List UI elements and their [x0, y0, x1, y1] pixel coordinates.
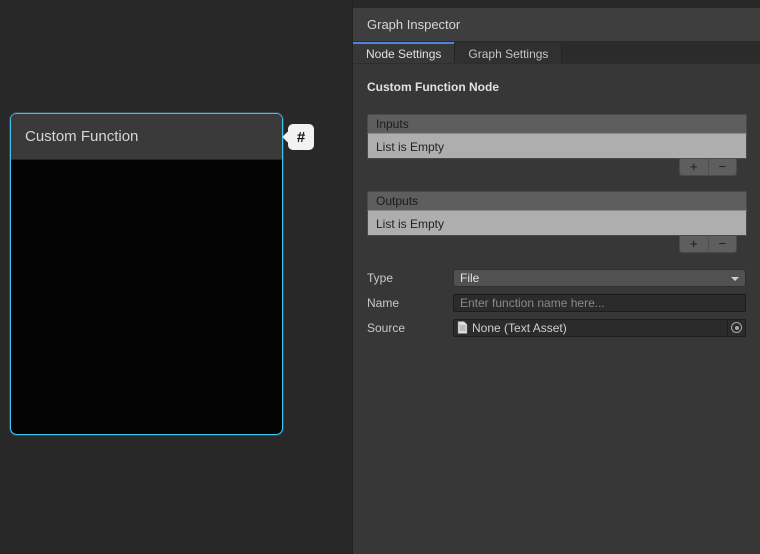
- tab-graph-settings[interactable]: Graph Settings: [454, 42, 562, 63]
- inputs-list: Inputs List is Empty + −: [367, 114, 747, 176]
- node-title: Custom Function: [25, 128, 138, 145]
- outputs-list: Outputs List is Empty + −: [367, 191, 747, 253]
- type-dropdown[interactable]: File: [453, 269, 746, 287]
- inputs-list-header: Inputs: [367, 114, 747, 133]
- source-object-field[interactable]: None (Text Asset): [453, 319, 746, 337]
- source-value: None (Text Asset): [472, 321, 567, 335]
- inputs-list-empty-row: List is Empty: [367, 133, 747, 159]
- inspector-tabbar: Node Settings Graph Settings: [353, 42, 760, 64]
- source-label: Source: [367, 321, 453, 335]
- type-field-row: Type File: [367, 268, 746, 287]
- outputs-remove-button[interactable]: −: [709, 236, 737, 252]
- graph-inspector-panel: Graph Inspector Node Settings Graph Sett…: [352, 0, 760, 554]
- node-fields: Type File Name Source: [367, 268, 746, 337]
- section-title: Custom Function Node: [367, 80, 746, 94]
- chevron-down-icon: [731, 277, 739, 281]
- outputs-list-empty-row: List is Empty: [367, 210, 747, 236]
- graph-canvas[interactable]: Custom Function #: [0, 0, 352, 554]
- tab-node-settings[interactable]: Node Settings: [353, 42, 454, 63]
- hash-badge-icon[interactable]: #: [288, 124, 314, 150]
- text-asset-icon: [457, 321, 468, 334]
- inputs-list-footer: + −: [679, 159, 737, 176]
- inspector-header[interactable]: Graph Inspector: [353, 8, 760, 42]
- inspector-content: Custom Function Node Inputs List is Empt…: [353, 64, 760, 554]
- outputs-list-header: Outputs: [367, 191, 747, 210]
- name-field-row: Name: [367, 293, 746, 312]
- outputs-list-footer: + −: [679, 236, 737, 253]
- type-label: Type: [367, 271, 453, 285]
- inputs-remove-button[interactable]: −: [709, 159, 737, 175]
- function-name-input[interactable]: [453, 294, 746, 312]
- node-header[interactable]: Custom Function: [11, 114, 282, 160]
- object-picker-button[interactable]: [727, 320, 745, 336]
- tab-node-settings-label: Node Settings: [366, 47, 441, 61]
- source-field-row: Source None (Text Asset): [367, 318, 746, 337]
- panel-top-strip: [353, 0, 760, 8]
- tab-graph-settings-label: Graph Settings: [468, 47, 548, 61]
- type-dropdown-value: File: [460, 271, 479, 285]
- inspector-title: Graph Inspector: [367, 17, 460, 32]
- inputs-add-button[interactable]: +: [680, 159, 709, 175]
- name-label: Name: [367, 296, 453, 310]
- custom-function-node[interactable]: Custom Function: [10, 113, 283, 435]
- object-picker-icon: [731, 322, 742, 333]
- outputs-add-button[interactable]: +: [680, 236, 709, 252]
- app-window: Custom Function # Graph Inspector Node S…: [0, 0, 760, 554]
